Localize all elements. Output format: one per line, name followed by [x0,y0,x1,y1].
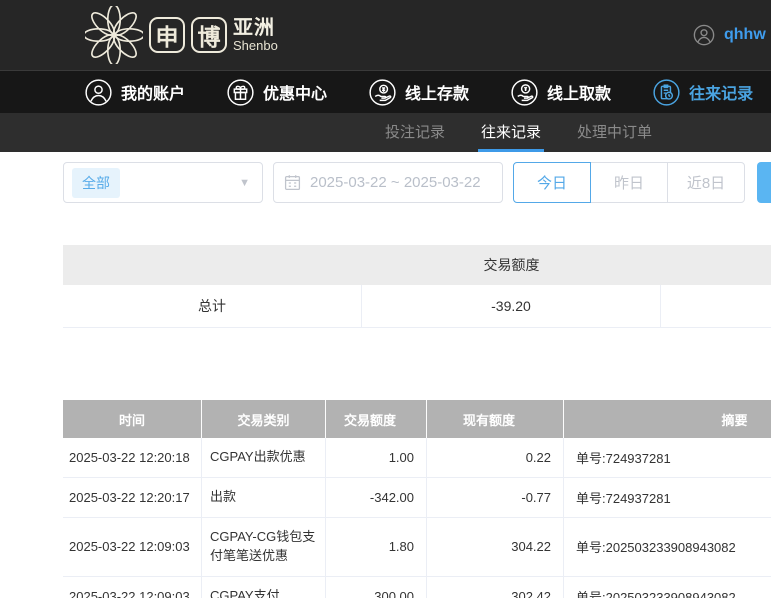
yesterday-button[interactable]: 昨日 [590,162,668,203]
nav-label: 线上取款 [547,86,612,103]
cell-amount: -342.00 [326,478,427,517]
table-row: 2025-03-22 12:20:17 出款 -342.00 -0.77 单号:… [63,478,771,518]
today-button[interactable]: 今日 [513,162,591,203]
nav-item-promotions[interactable]: 优惠中心 [227,78,328,106]
column-header-time: 时间 [63,400,202,438]
main-nav: 我的账户 优惠中心 线上存款 线上取款 往来记录 [0,70,771,113]
cell-type: CGPAY-CG钱包支付笔笔送优惠 [202,518,326,576]
date-range-input[interactable]: 2025-03-22 ~ 2025-03-22 [273,162,503,203]
cell-balance: 0.22 [427,438,564,477]
nav-label: 线上存款 [405,86,470,103]
search-button[interactable] [757,162,771,203]
cell-type: CGPAY支付 [202,576,326,598]
avatar-icon [693,24,715,46]
withdraw-icon [511,78,538,106]
summary-header-label: 交易额度 [483,257,540,273]
summary-table: 交易额度 总计 -39.20 [63,245,771,328]
page: 申 博 亚洲 Shenbo qhhw 我的账户 优惠中心 线上存款 线上取款 往… [0,0,771,598]
table-row: 2025-03-22 12:09:03 CGPAY支付 300.00 302.4… [63,576,771,598]
tab-transaction-records[interactable]: 往来记录 [478,113,545,152]
date-range-value: 2025-03-22 ~ 2025-03-22 [310,174,481,191]
cell-amount: 300.00 [326,576,427,598]
summary-total-label: 总计 [63,285,362,327]
transactions-table: 时间 交易类别 交易额度 现有额度 摘要 2025-03-22 12:20:18… [63,400,771,598]
cell-time: 2025-03-22 12:20:17 [63,478,202,517]
records-icon [653,78,680,106]
transactions-header-row: 时间 交易类别 交易额度 现有额度 摘要 [63,400,771,438]
cell-time: 2025-03-22 12:20:18 [63,438,202,477]
nav-label: 往来记录 [689,86,754,103]
cell-amount: 1.00 [326,438,427,477]
logo-char-bo: 博 [191,17,227,53]
username-text: qhhw [724,26,766,43]
nav-item-my-account[interactable]: 我的账户 [85,78,186,106]
logo-region-text: 亚洲 [233,16,275,39]
cell-balance: 304.22 [427,518,564,576]
flower-logo-icon [85,6,143,64]
nav-item-records[interactable]: 往来记录 [653,78,754,106]
cell-time: 2025-03-22 12:09:03 [63,518,202,576]
cell-type: CGPAY出款优惠 [202,438,326,477]
type-filter-select[interactable]: 全部 ▼ [63,162,263,203]
gift-icon [227,78,254,106]
logo-sub-text: Shenbo [233,37,278,53]
cell-type: 出款 [202,478,326,517]
summary-total-row: 总计 -39.20 [63,285,771,328]
chevron-down-icon: ▼ [239,176,250,189]
table-row: 2025-03-22 12:09:03 CGPAY-CG钱包支付笔笔送优惠 1.… [63,518,771,577]
column-header-amount: 交易额度 [326,400,427,438]
logo-char-shen: 申 [149,17,185,53]
user-icon [85,78,112,106]
type-filter-chip: 全部 [72,167,120,198]
last-8-days-button[interactable]: 近8日 [667,162,745,203]
nav-label: 我的账户 [121,86,186,103]
quick-date-buttons: 今日 昨日 近8日 [513,162,745,203]
calendar-icon [284,175,301,191]
brand-logo[interactable]: 申 博 亚洲 Shenbo [85,6,278,64]
subtab-bar: 投注记录 往来记录 处理中订单 [0,113,771,152]
cell-time: 2025-03-22 12:09:03 [63,576,202,598]
summary-header-row: 交易额度 [63,245,771,285]
nav-item-withdraw[interactable]: 线上取款 [511,78,612,106]
column-header-memo: 摘要 [721,412,748,428]
nav-label: 优惠中心 [263,86,328,103]
column-header-balance: 现有额度 [427,400,564,438]
column-header-type: 交易类别 [202,400,326,438]
cell-memo: 单号:202503233908943082 [576,589,736,598]
cell-memo: 单号:724937281 [576,451,671,466]
summary-empty-cell [661,285,771,327]
cell-balance: -0.77 [427,478,564,517]
cell-memo: 单号:202503233908943082 [576,540,736,556]
user-account[interactable]: qhhw [693,24,766,46]
cell-balance: 302.42 [427,576,564,598]
table-row: 2025-03-22 12:20:18 CGPAY出款优惠 1.00 0.22 … [63,438,771,478]
tab-processing-orders[interactable]: 处理中订单 [574,113,655,152]
summary-total-value: -39.20 [362,285,661,327]
deposit-icon [369,78,396,106]
cell-memo: 单号:724937281 [576,491,671,506]
nav-item-deposit[interactable]: 线上存款 [369,78,470,106]
top-header: 申 博 亚洲 Shenbo qhhw [0,0,771,70]
cell-amount: 1.80 [326,518,427,576]
tab-betting-records[interactable]: 投注记录 [382,113,448,152]
